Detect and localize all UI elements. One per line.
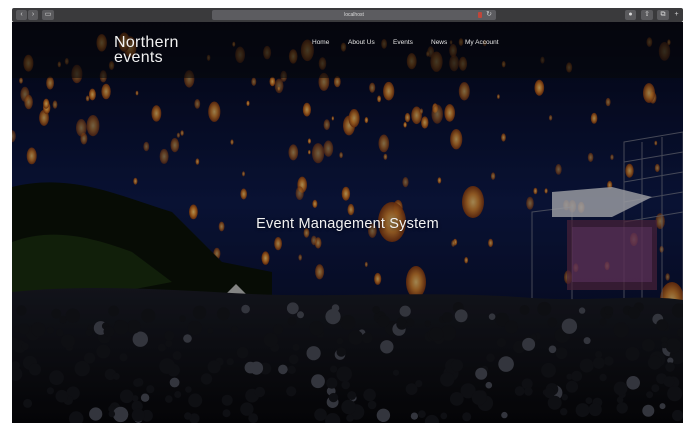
nav-link-news[interactable]: News: [431, 39, 447, 47]
nav-link-home[interactable]: Home: [312, 39, 329, 47]
address-url: localhost: [344, 12, 364, 18]
address-bar[interactable]: localhost ↻: [212, 10, 496, 20]
back-button[interactable]: ‹: [16, 10, 27, 20]
tabs-icon[interactable]: ⧉: [657, 10, 669, 20]
share-icon[interactable]: ⇧: [641, 10, 653, 20]
new-tab-icon[interactable]: +: [672, 10, 681, 20]
navbar: Northern events Home About Us Events New…: [12, 22, 683, 78]
sidebar-toggle-icon[interactable]: ▭: [42, 10, 54, 20]
forward-button[interactable]: ›: [28, 10, 38, 20]
nav-link-my-account[interactable]: My Account: [465, 39, 499, 47]
hero-title: Event Management System: [256, 216, 439, 232]
browser-toolbar: ‹ › ▭ localhost ↻ ● ⇧ ⧉ +: [12, 8, 683, 22]
brand-line-1: Northern: [114, 34, 179, 51]
record-indicator-icon: [478, 12, 482, 18]
nav-link-about-us[interactable]: About Us: [348, 39, 375, 47]
brand-line-2: events: [114, 49, 163, 66]
reload-icon[interactable]: ↻: [486, 11, 492, 19]
nav-link-events[interactable]: Events: [393, 39, 413, 47]
web-page: Northern events Home About Us Events New…: [12, 22, 683, 423]
info-icon[interactable]: ●: [625, 10, 636, 20]
brand-logo[interactable]: Northern events: [114, 34, 179, 66]
